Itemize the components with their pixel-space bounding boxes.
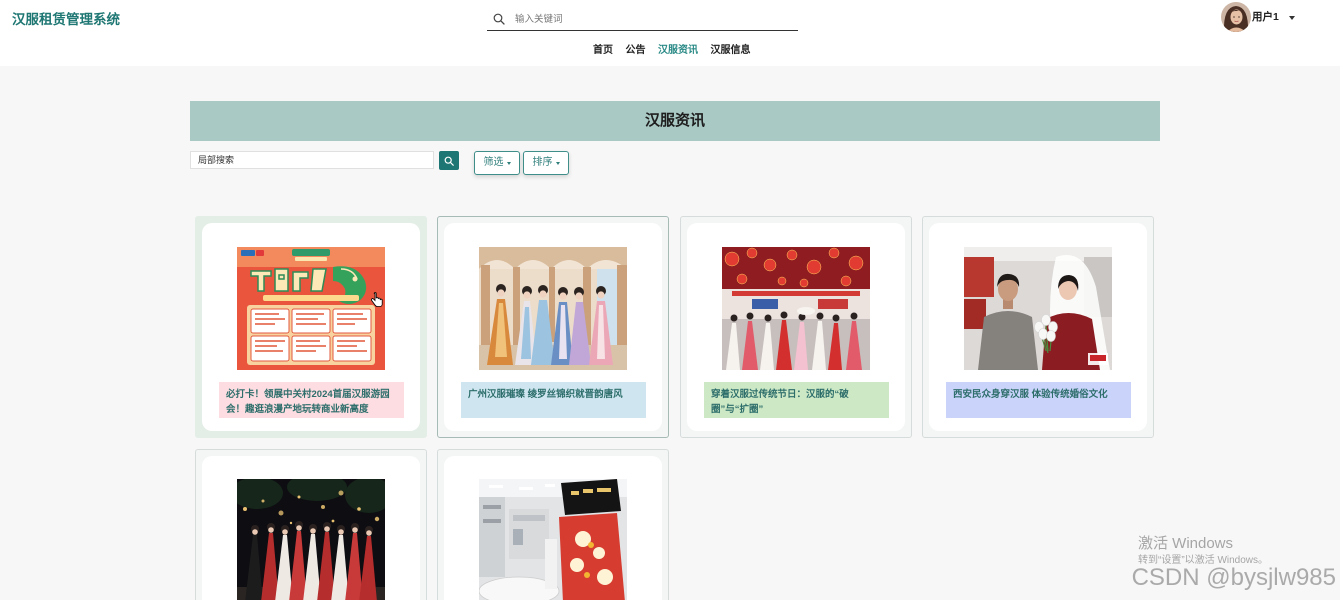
news-image[interactable] (964, 247, 1112, 370)
global-search[interactable] (487, 8, 798, 31)
global-search-input[interactable] (515, 10, 785, 28)
filter-button[interactable]: 筛选 (474, 151, 520, 175)
news-image[interactable] (722, 247, 870, 370)
local-search-input[interactable] (190, 151, 434, 169)
top-header: 汉服租赁管理系统 用户1 首页 公告 汉服资讯 汉服信息 (0, 0, 1340, 66)
news-image[interactable] (237, 479, 385, 600)
page-title: 汉服资讯 (644, 112, 705, 129)
news-card[interactable]: 西安民众身穿汉服 体验传统婚俗文化 (922, 216, 1154, 438)
nav-item-hanfu-info[interactable]: 汉服信息 (711, 45, 751, 57)
csdn-watermark: CSDN @bysjlw985 (1131, 564, 1336, 591)
news-title[interactable]: 穿着汉服过传统节日：汉服的“破圈”与“扩圈” (704, 382, 889, 418)
nav-item-hanfu-news[interactable]: 汉服资讯 (658, 45, 698, 57)
sort-label: 排序 (532, 157, 553, 168)
hand-cursor-icon (371, 292, 383, 307)
news-image[interactable] (479, 479, 627, 600)
user-name[interactable]: 用户1 (1252, 10, 1279, 24)
nav-item-home[interactable]: 首页 (593, 45, 613, 57)
search-icon (444, 156, 454, 166)
news-title[interactable]: 广州汉服璀璨 绫罗丝锦织就晋韵唐风 (461, 382, 646, 418)
news-card[interactable]: 广州汉服璀璨 绫罗丝锦织就晋韵唐风 (437, 216, 669, 438)
news-image[interactable] (237, 247, 385, 370)
search-icon[interactable] (493, 13, 505, 25)
avatar[interactable] (1221, 2, 1251, 32)
news-card[interactable] (195, 449, 427, 600)
windows-activation-title: 激活 Windows (1138, 535, 1234, 552)
local-search-button[interactable] (439, 151, 459, 170)
news-image[interactable] (479, 247, 627, 370)
caret-down-icon (555, 161, 560, 165)
news-card[interactable]: 穿着汉服过传统节日：汉服的“破圈”与“扩圈” (680, 216, 912, 438)
news-card[interactable]: 必打卡！领展中关村2024首届汉服游园会！趣逛浪漫产地玩转商业新高度 (195, 216, 427, 438)
news-title[interactable]: 西安民众身穿汉服 体验传统婚俗文化 (946, 382, 1131, 418)
page-banner: 汉服资讯 (190, 101, 1160, 141)
main-nav: 首页 公告 汉服资讯 汉服信息 (593, 45, 751, 57)
nav-item-notice[interactable]: 公告 (626, 45, 646, 57)
caret-down-icon (506, 161, 511, 165)
caret-down-icon[interactable] (1289, 16, 1295, 20)
news-title[interactable]: 必打卡！领展中关村2024首届汉服游园会！趣逛浪漫产地玩转商业新高度 (219, 382, 404, 418)
news-card[interactable] (437, 449, 669, 600)
filter-label: 筛选 (483, 157, 504, 168)
app-title[interactable]: 汉服租赁管理系统 (12, 11, 120, 29)
sort-button[interactable]: 排序 (523, 151, 569, 175)
